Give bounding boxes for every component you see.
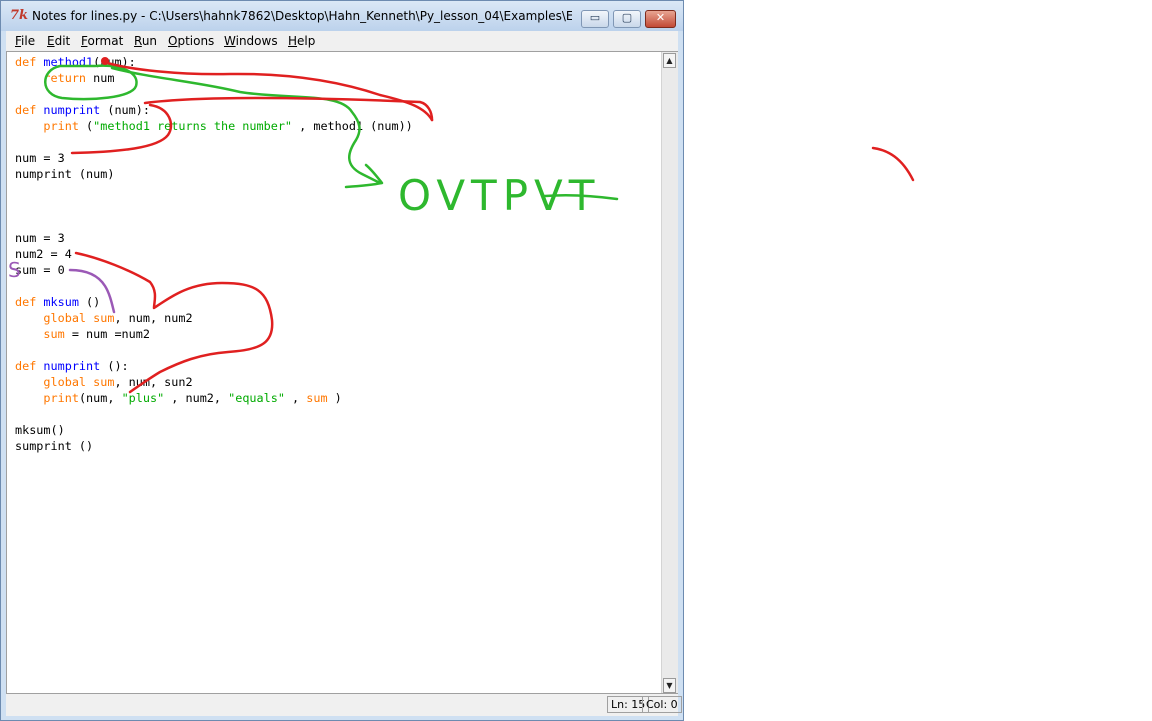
red-dot-annotation (101, 57, 109, 65)
red-arrow-annotation-2 (143, 96, 434, 122)
red-loop-annotation (74, 251, 274, 394)
red-stray-mark-annotation (871, 146, 915, 182)
red-arrow-annotation-3 (70, 103, 173, 155)
red-arrow-annotation-1 (102, 60, 434, 122)
purple-letter-annotation: S (8, 258, 21, 282)
purple-arrow-annotation (68, 268, 116, 314)
ink-annotations: OVTPVT S (8, 57, 915, 394)
green-arrow-annotation (110, 66, 384, 189)
